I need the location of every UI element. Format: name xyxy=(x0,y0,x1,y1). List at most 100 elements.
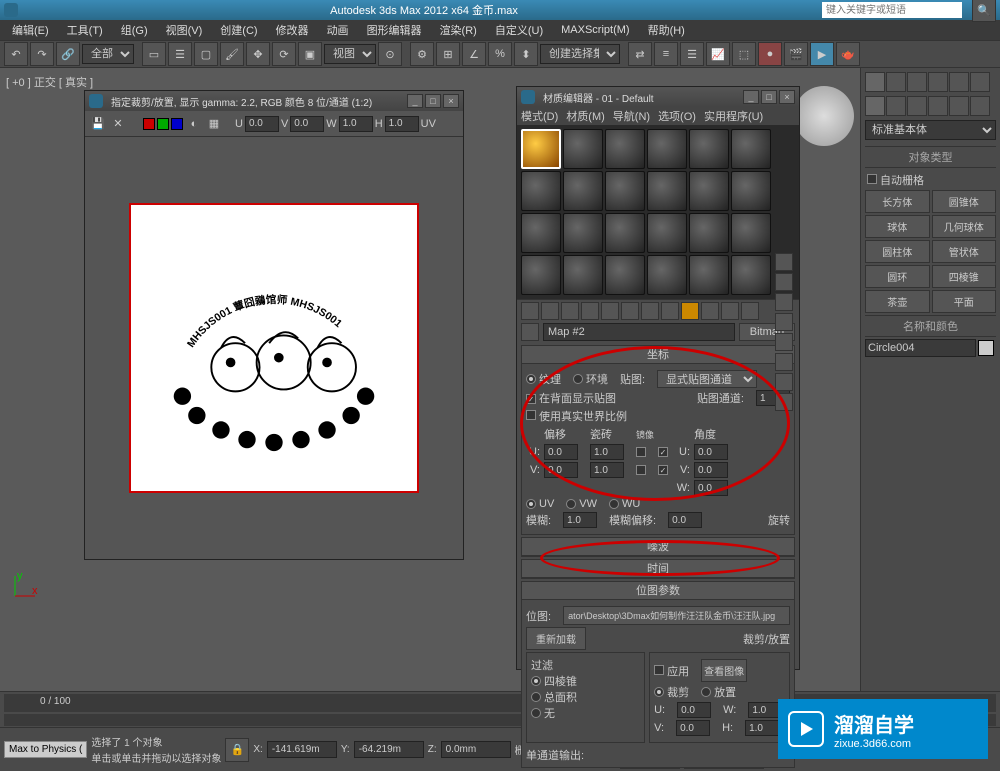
curve-editor-icon[interactable]: 📈 xyxy=(706,42,730,66)
mat-menu-material[interactable]: 材质(M) xyxy=(566,108,605,124)
material-slot[interactable] xyxy=(563,171,603,211)
select-name-icon[interactable]: ☰ xyxy=(168,42,192,66)
undo-icon[interactable]: ↶ xyxy=(4,42,28,66)
percent-snap-icon[interactable]: % xyxy=(488,42,512,66)
time-rollout-header[interactable]: 时间 xyxy=(522,560,794,578)
material-slot[interactable] xyxy=(521,213,561,253)
schematic-icon[interactable]: ⬚ xyxy=(732,42,756,66)
material-slot[interactable] xyxy=(647,129,687,169)
rect-select-icon[interactable]: ▢ xyxy=(194,42,218,66)
autogrid-checkbox[interactable]: 自动栅格 xyxy=(867,175,924,187)
crop-frame[interactable]: MHSJS001 蕈囧鶸馆师 MHSJS001 xyxy=(129,203,419,493)
material-slot[interactable] xyxy=(689,255,729,295)
rotate-button[interactable]: 旋转 xyxy=(768,512,790,528)
material-slot[interactable] xyxy=(731,129,771,169)
bitmap-rollout-header[interactable]: 位图参数 xyxy=(522,582,794,600)
texture-radio[interactable]: 纹理 xyxy=(526,371,561,387)
material-slot[interactable] xyxy=(521,255,561,295)
place-radio[interactable]: 放置 xyxy=(701,684,736,700)
close-button[interactable]: × xyxy=(443,94,459,108)
menu-group[interactable]: 组(G) xyxy=(113,20,156,40)
cone-button[interactable]: 圆锥体 xyxy=(932,190,997,213)
material-slot[interactable] xyxy=(647,171,687,211)
menu-tools[interactable]: 工具(T) xyxy=(59,20,111,40)
make-unique-icon[interactable] xyxy=(621,302,639,320)
crop-canvas[interactable]: MHSJS001 蕈囧鶸馆师 MHSJS001 xyxy=(85,137,463,559)
bitmap-path-button[interactable]: ator\Desktop\3Dmax如何制作汪汪队金币\汪汪队.jpg xyxy=(563,606,790,625)
v-tile-checkbox[interactable] xyxy=(658,465,668,475)
utilities-tab-icon[interactable] xyxy=(970,72,990,92)
show-in-viewport-icon[interactable] xyxy=(681,302,699,320)
named-selection-dropdown[interactable]: 创建选择集 xyxy=(540,44,620,64)
material-slot[interactable] xyxy=(689,213,729,253)
maximize-button[interactable]: □ xyxy=(425,94,441,108)
material-slot[interactable] xyxy=(731,255,771,295)
make-preview-icon[interactable] xyxy=(775,353,793,371)
paint-select-icon[interactable]: 🖌 xyxy=(220,42,244,66)
sphere-button[interactable]: 球体 xyxy=(865,215,930,238)
mirror-icon[interactable]: ⇄ xyxy=(628,42,652,66)
material-slot[interactable] xyxy=(563,255,603,295)
material-slot-1[interactable] xyxy=(521,129,561,169)
primitive-type-dropdown[interactable]: 标准基本体 xyxy=(865,120,996,140)
viewcube[interactable] xyxy=(794,86,854,146)
select-icon[interactable]: ▭ xyxy=(142,42,166,66)
real-world-checkbox[interactable]: 使用真实世界比例 xyxy=(526,408,627,424)
plane-button[interactable]: 平面 xyxy=(932,290,997,313)
mapping-dropdown[interactable]: 显式贴图通道 xyxy=(657,370,757,388)
summed-radio[interactable]: 总面积 xyxy=(531,689,640,705)
rotate-icon[interactable]: ⟳ xyxy=(272,42,296,66)
v-angle-input[interactable] xyxy=(694,462,728,478)
torus-button[interactable]: 圆环 xyxy=(865,265,930,288)
crop-u-input[interactable] xyxy=(245,116,279,132)
render-icon[interactable]: 🫖 xyxy=(836,42,860,66)
search-icon[interactable]: 🔍 xyxy=(972,0,996,22)
manipulate-icon[interactable]: ⚙ xyxy=(410,42,434,66)
modify-tab-icon[interactable] xyxy=(886,72,906,92)
lights-icon[interactable] xyxy=(907,96,927,116)
assign-to-sel-icon[interactable] xyxy=(561,302,579,320)
vw-radio[interactable]: VW xyxy=(566,498,597,510)
u-mirror-checkbox[interactable] xyxy=(636,447,646,457)
redo-icon[interactable]: ↷ xyxy=(30,42,54,66)
mat-id-icon[interactable] xyxy=(661,302,679,320)
mat-menu-util[interactable]: 实用程序(U) xyxy=(704,108,763,124)
material-slot[interactable] xyxy=(689,171,729,211)
ref-coord-dropdown[interactable]: 视图 xyxy=(324,44,376,64)
align-icon[interactable]: ≡ xyxy=(654,42,678,66)
material-slot[interactable] xyxy=(731,213,771,253)
layer-icon[interactable]: ☰ xyxy=(680,42,704,66)
put-to-scene-icon[interactable] xyxy=(541,302,559,320)
move-icon[interactable]: ✥ xyxy=(246,42,270,66)
motion-tab-icon[interactable] xyxy=(928,72,948,92)
select-by-mat-icon[interactable] xyxy=(775,393,793,411)
menu-maxscript[interactable]: MAXScript(M) xyxy=(553,22,637,38)
w-angle-input[interactable] xyxy=(694,480,728,496)
map-name-input[interactable] xyxy=(543,323,735,341)
cylinder-button[interactable]: 圆柱体 xyxy=(865,240,930,263)
crop-w-input[interactable] xyxy=(339,116,373,132)
snap-icon[interactable]: ⊞ xyxy=(436,42,460,66)
go-parent-icon[interactable] xyxy=(721,302,739,320)
selection-filter-dropdown[interactable]: 全部 xyxy=(82,44,134,64)
v-mirror-checkbox[interactable] xyxy=(636,465,646,475)
material-slot[interactable] xyxy=(563,213,603,253)
material-slot[interactable] xyxy=(563,129,603,169)
material-slot[interactable] xyxy=(521,171,561,211)
options-icon[interactable] xyxy=(775,373,793,391)
crop-h-input[interactable] xyxy=(385,116,419,132)
minimize-button[interactable]: _ xyxy=(407,94,423,108)
cameras-icon[interactable] xyxy=(928,96,948,116)
pick-icon[interactable] xyxy=(521,323,539,341)
menu-customize[interactable]: 自定义(U) xyxy=(487,20,551,40)
menu-graph[interactable]: 图形编辑器 xyxy=(359,20,430,40)
pyramid-button[interactable]: 四棱锥 xyxy=(932,265,997,288)
scale-icon[interactable]: ▣ xyxy=(298,42,322,66)
reset-map-icon[interactable] xyxy=(581,302,599,320)
z-coord-input[interactable] xyxy=(441,741,511,758)
angle-snap-icon[interactable]: ∠ xyxy=(462,42,486,66)
object-name-input[interactable] xyxy=(865,339,976,357)
material-slot[interactable] xyxy=(647,213,687,253)
environ-radio[interactable]: 环境 xyxy=(573,371,608,387)
blur-input[interactable] xyxy=(563,512,597,528)
